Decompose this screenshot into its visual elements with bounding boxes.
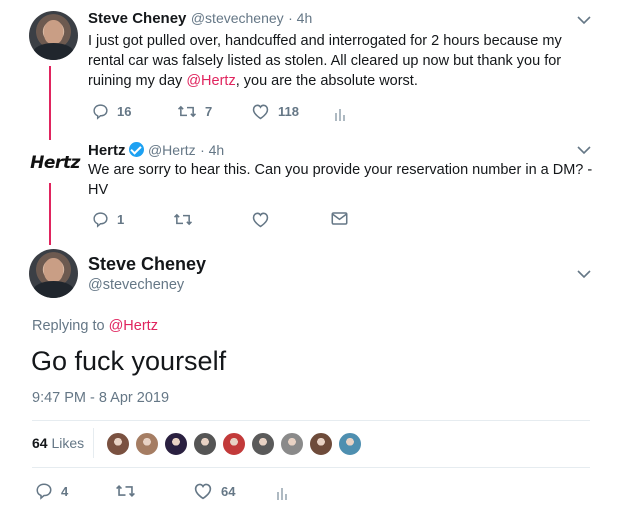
like-count: 64 [221, 483, 236, 499]
author-handle[interactable]: @stevecheney [88, 277, 184, 293]
divider [32, 467, 590, 468]
tweet-header: Hertz @Hertz · 4h [88, 140, 224, 160]
replying-to-prefix: Replying to [32, 318, 109, 334]
reply-button[interactable]: 1 [92, 211, 124, 228]
avatar-shirt [32, 43, 75, 60]
liker-avatar[interactable] [164, 432, 188, 456]
thread-connector [49, 183, 51, 245]
reply-icon [93, 104, 108, 120]
retweet-icon [173, 213, 193, 226]
like-button[interactable]: 64 [193, 482, 235, 500]
divider [93, 428, 94, 458]
tweet-time[interactable]: · 4h [200, 142, 224, 158]
tweet-text: We are sorry to hear this. Can you provi… [88, 162, 593, 198]
liker-avatar[interactable] [193, 432, 217, 456]
tweet-text-part: , you are the absolute worst. [235, 73, 418, 89]
liker-avatar[interactable] [338, 432, 362, 456]
avatar[interactable] [29, 249, 78, 298]
like-count: 118 [278, 104, 299, 119]
chevron-down-icon[interactable] [577, 15, 591, 25]
liker-avatar[interactable] [106, 432, 130, 456]
analytics-icon[interactable] [276, 484, 288, 500]
tweet-text: I just got pulled over, handcuffed and i… [88, 31, 588, 91]
reply-count: 4 [61, 483, 69, 499]
retweet-icon [116, 485, 135, 497]
envelope-icon [331, 212, 348, 225]
reply-count: 16 [117, 104, 132, 119]
likes-total: 64 [32, 435, 48, 451]
thread-connector [49, 66, 51, 140]
like-button[interactable]: 118 [251, 103, 299, 120]
heart-icon [252, 104, 269, 120]
reply-count: 1 [117, 212, 125, 227]
mention-link[interactable]: @Hertz [109, 318, 158, 334]
tweet-header: Steve Cheney @stevecheney · 4h [88, 10, 312, 28]
avatar-shirt [32, 281, 75, 298]
mention-link[interactable]: @Hertz [186, 73, 235, 89]
tweet-text: Go fuck yourself [31, 346, 227, 376]
likes-label: Likes [51, 435, 85, 451]
reply-icon [93, 212, 108, 228]
liker-avatar[interactable] [251, 432, 275, 456]
author-name[interactable]: Hertz [88, 142, 126, 159]
tweet-time[interactable]: · 4h [288, 10, 312, 26]
chevron-down-icon[interactable] [577, 269, 591, 279]
liker-avatar[interactable] [280, 432, 304, 456]
chevron-down-icon[interactable] [577, 145, 591, 155]
author-name[interactable]: Steve Cheney [88, 254, 206, 275]
retweet-button[interactable] [173, 211, 193, 228]
retweet-count: 7 [205, 104, 213, 119]
liker-avatar[interactable] [222, 432, 246, 456]
hertz-logo[interactable]: Hertz [30, 150, 80, 176]
reply-button[interactable]: 16 [92, 103, 131, 120]
like-button[interactable] [251, 211, 270, 228]
avatar-face [43, 257, 64, 283]
likes-summary[interactable]: 64 Likes [32, 435, 84, 451]
analytics-icon[interactable] [334, 105, 346, 121]
heart-icon [194, 483, 212, 500]
retweet-button[interactable]: 7 [177, 103, 212, 120]
tweet-timestamp[interactable]: 9:47 PM - 8 Apr 2019 [32, 390, 169, 406]
avatar[interactable] [29, 11, 78, 60]
retweet-icon [177, 105, 197, 118]
replying-to: Replying to @Hertz [32, 318, 158, 334]
author-handle[interactable]: @Hertz [148, 142, 196, 158]
author-handle[interactable]: @stevecheney [191, 10, 284, 26]
direct-message-button[interactable] [331, 211, 348, 226]
divider [32, 420, 590, 421]
reply-icon [36, 483, 52, 500]
verified-badge-icon [128, 142, 144, 157]
author-name[interactable]: Steve Cheney [88, 10, 186, 27]
reply-button[interactable]: 4 [35, 482, 68, 500]
avatar-face [43, 19, 64, 45]
retweet-button[interactable] [115, 482, 136, 500]
liker-avatar[interactable] [135, 432, 159, 456]
heart-icon [252, 212, 269, 228]
liker-avatar[interactable] [309, 432, 333, 456]
